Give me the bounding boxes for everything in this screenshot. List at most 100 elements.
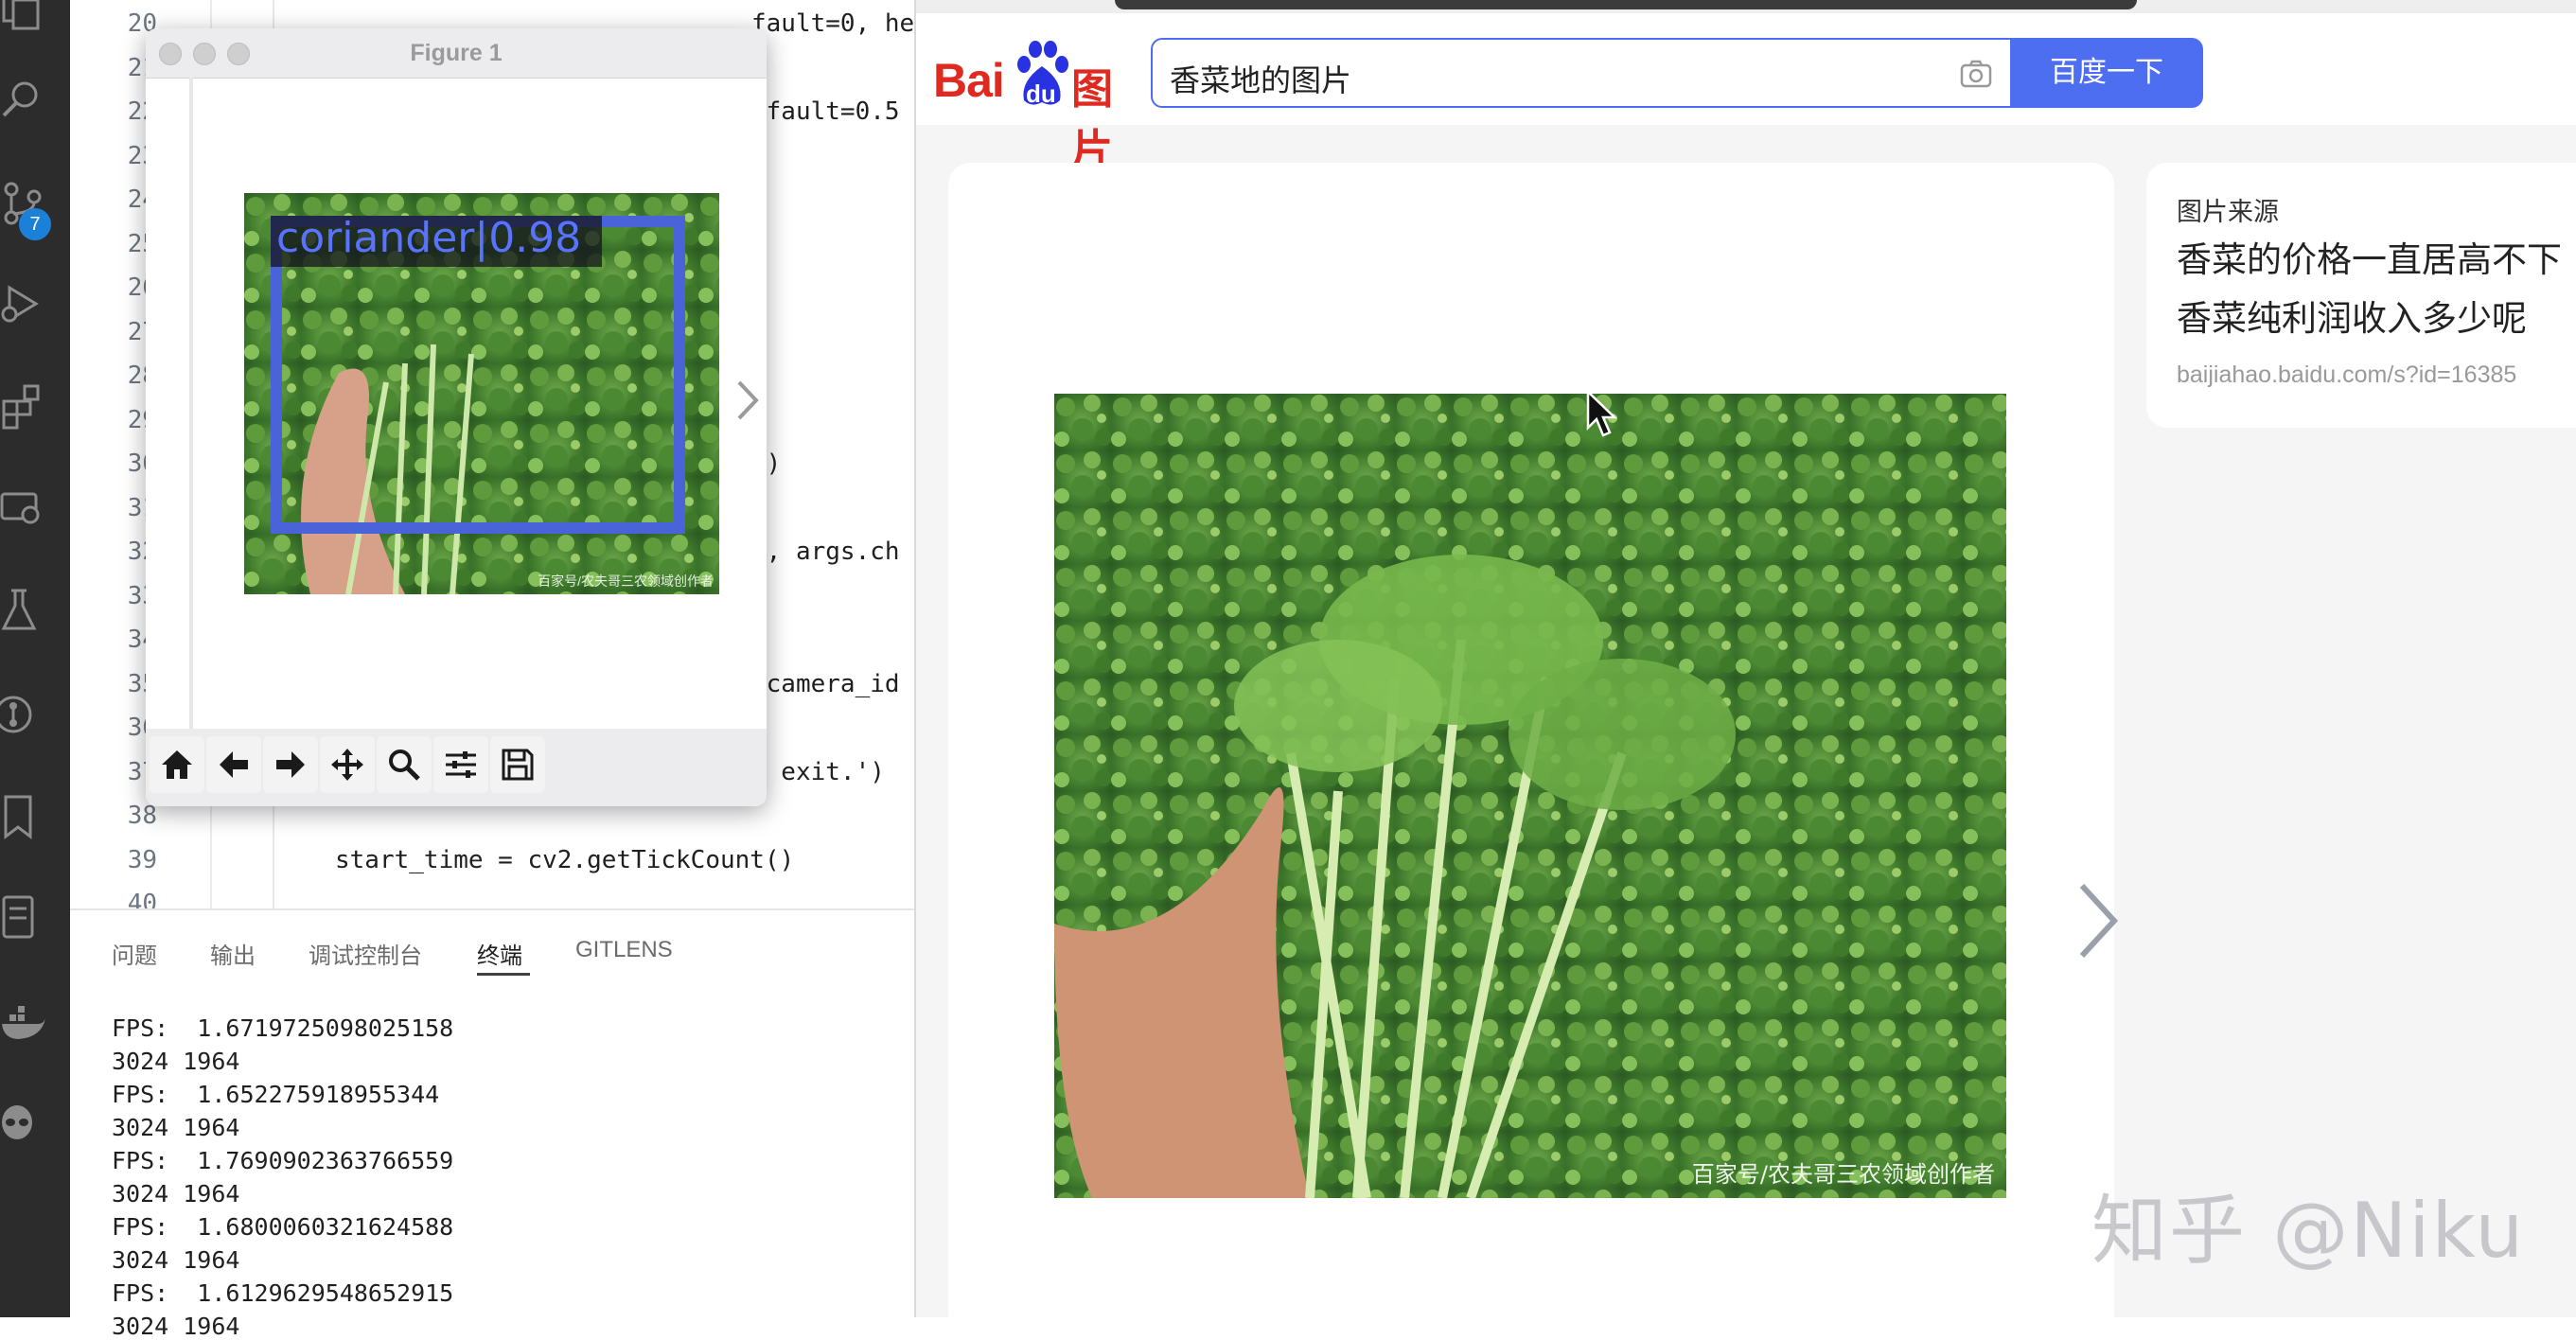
line-number: 26 [127,273,157,302]
source-title-line2[interactable]: 香菜纯利润收入多少呢 [2177,290,2576,348]
pan-button[interactable] [320,736,375,793]
configure-button[interactable] [433,736,488,793]
source-label: 图片来源 [2177,198,2279,227]
run-debug-icon[interactable] [0,280,47,327]
line-number: 33 [127,581,157,610]
notebook-icon[interactable] [0,893,47,941]
line-number: 38 [127,802,157,830]
line-number: 24 [127,185,157,214]
browser-window: Bai du 图片 香菜地的图片 百度一下 百家号/农夫哥三农领域创作者 图片来… [914,0,2576,1336]
figure-toolbar [146,729,767,806]
explorer-icon[interactable] [0,0,47,34]
search-icon[interactable] [0,76,47,123]
main-image[interactable]: 百家号/农夫哥三农领域创作者 [1054,394,2006,1198]
search-input[interactable]: 香菜地的图片 [1151,38,2012,108]
logo-bai-text: Bai [933,54,1005,107]
docker-icon[interactable] [0,999,47,1047]
tab-terminal[interactable]: 终端 [477,937,522,970]
line-number: 20 [127,9,157,38]
source-title[interactable]: 香菜的价格一直居高不下 香菜纯利润收入多少呢 [2177,231,2576,348]
browser-top-tab [1115,0,2137,9]
zoom-button[interactable] [377,736,432,793]
zoom-icon [389,749,420,781]
save-button[interactable] [490,736,545,793]
terminal-line: 3024 1964 [112,1180,240,1208]
figure-window[interactable]: Figure 1 coriander|0.98 百家号/农夫哥三农领域创作者 [146,28,767,806]
figure-next-arrow-icon[interactable] [733,377,762,424]
line-number: 28 [127,361,157,390]
search-button[interactable]: 百度一下 [2010,38,2203,108]
line-number: 32 [127,538,157,566]
terminal-line: FPS: 1.6800060321624588 [112,1213,454,1241]
image-source-card[interactable]: 图片来源 香菜的价格一直居高不下 香菜纯利润收入多少呢 baijiahao.ba… [2146,163,2576,428]
search-query[interactable]: 香菜地的图片 [1170,57,1351,100]
pan-icon [331,749,363,781]
logo-image-text: 图片 [1071,65,1113,174]
tab-debug-console[interactable]: 调试控制台 [309,937,422,970]
line-number: 37 [127,757,157,786]
camera-icon[interactable] [1959,57,1993,91]
bookmark-icon[interactable] [0,793,47,840]
line-number: 35 [127,669,157,698]
line-number: 22 [127,97,157,126]
baidu-logo[interactable]: Bai du 图片 [933,38,1141,174]
figure-title: Figure 1 [410,40,503,66]
line-number: 27 [127,317,157,346]
coriander-large-photo [1054,394,2006,1198]
line-number: 30 [127,450,157,478]
line-number: 39 [127,845,157,874]
active-tab-indicator [477,973,530,976]
code-line: g, args.ch [751,538,900,566]
back-button[interactable] [206,736,261,793]
source-title-line1[interactable]: 香菜的价格一直居高不下 [2177,231,2576,290]
terminal-line: 3024 1964 [112,1246,240,1274]
line-number: 40 [127,890,157,908]
line-number: 34 [127,626,157,654]
terminal-line: 3024 1964 [112,1313,240,1340]
terminal-line: FPS: 1.7690902363766559 [112,1147,454,1174]
logo-du-text: du [1026,79,1056,108]
line-number: 29 [127,405,157,434]
home-button[interactable] [150,736,204,793]
configure-icon [446,751,476,778]
source-url[interactable]: baijiahao.baidu.com/s?id=16385 [2177,361,2516,389]
tab-problems[interactable]: 问题 [112,937,157,970]
tab-output[interactable]: 输出 [210,937,256,970]
baidu-header: Bai du 图片 香菜地的图片 百度一下 [916,13,2576,174]
detection-image: coriander|0.98 百家号/农夫哥三农领域创作者 [244,193,719,594]
line-number: 21 [127,53,157,82]
image-viewer: 百家号/农夫哥三农领域创作者 [948,163,2119,1336]
next-image-arrow-icon[interactable] [2074,878,2122,963]
gitlens-icon[interactable] [0,691,47,738]
mouse-cursor-icon [1586,390,1618,437]
code-line: fault=0, he [751,9,914,38]
bottom-panel: 问题 输出 调试控制台 终端 GITLENS FPS: 1.6719725098… [70,908,914,1340]
terminal-line: 3024 1964 [112,1048,240,1075]
terminal-line: FPS: 1.6719725098025158 [112,1014,454,1042]
line-number: 23 [127,141,157,170]
back-icon [220,751,248,778]
terminal-line: FPS: 1.652275918955344 [112,1081,440,1108]
forward-icon [276,751,305,778]
code-line: o exit.') [751,757,885,786]
forward-button[interactable] [263,736,318,793]
line-number: 36 [127,714,157,742]
canvas-border [189,78,193,729]
zhihu-watermark: 知乎 @Niku [2091,1187,2526,1275]
main-image-watermark: 百家号/农夫哥三农领域创作者 [1691,1161,1995,1188]
code-line: .camera_id [751,669,900,698]
extensions-icon[interactable] [0,382,47,430]
scm-badge: 7 [19,208,51,240]
testing-icon[interactable] [0,587,47,634]
home-icon [162,750,192,779]
alien-extension-icon[interactable] [0,1102,47,1149]
figure-titlebar[interactable]: Figure 1 [146,28,767,79]
code-line: start_time = cv2.getTickCount() [335,845,795,874]
detection-label: coriander|0.98 [276,214,582,262]
remote-explorer-icon[interactable] [0,486,47,534]
figure-image-watermark: 百家号/农夫哥三农领域创作者 [538,573,714,589]
terminal-line: FPS: 1.6129629548652915 [112,1279,454,1307]
terminal-line: 3024 1964 [112,1114,240,1141]
tab-gitlens[interactable]: GITLENS [575,937,673,963]
activity-bar: 7 [0,0,70,1317]
